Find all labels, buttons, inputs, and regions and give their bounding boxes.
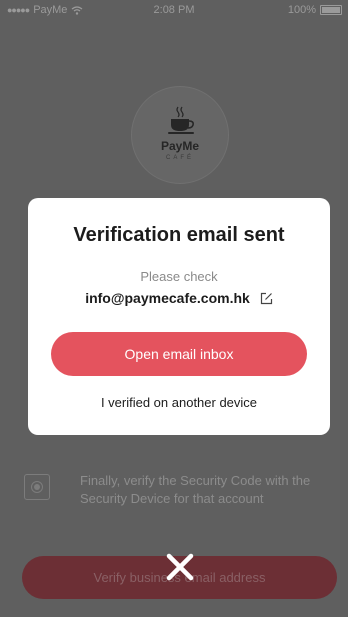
email-row: info@paymecafe.com.hk: [28, 288, 330, 308]
verification-modal: Verification email sent Please check inf…: [28, 198, 330, 435]
verified-on-another-device-link[interactable]: I verified on another device: [28, 395, 330, 410]
coffee-cup-icon: [168, 106, 194, 134]
security-code-step: Finally, verify the Security Code with t…: [22, 470, 332, 510]
modal-title: Verification email sent: [73, 224, 285, 246]
status-bar: ●●●●● PayMe 2:08 PM 100%: [0, 0, 348, 20]
open-email-inbox-button[interactable]: Open email inbox: [51, 332, 307, 376]
battery-percent: 100%: [287, 4, 316, 16]
status-right: 100%: [288, 4, 342, 16]
step-text: Finally, verify the Security Code with t…: [80, 473, 311, 506]
logo-name: PayMe: [160, 139, 200, 153]
close-icon[interactable]: [165, 552, 195, 582]
payme-cafe-logo: PayMe CAFÉ: [131, 86, 229, 184]
email-address: info@paymecafe.com.hk: [85, 290, 250, 306]
modal-subtitle: Please check: [140, 269, 218, 284]
battery-icon: [320, 5, 342, 15]
edit-icon[interactable]: [260, 292, 273, 305]
security-device-icon: [24, 474, 50, 500]
logo-sub: CAFÉ: [165, 155, 194, 161]
